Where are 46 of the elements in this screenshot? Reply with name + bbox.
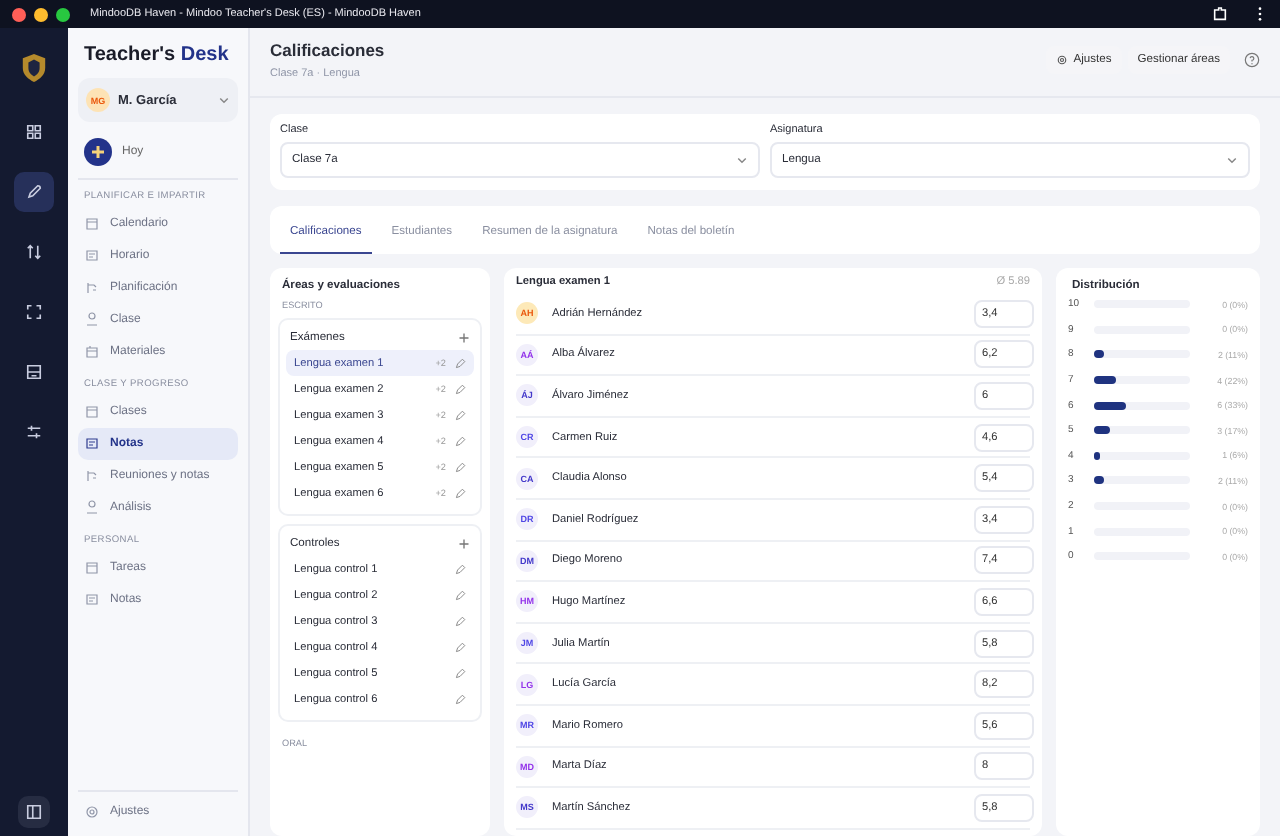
nav-item-icon: [84, 216, 100, 232]
nav-item-icon: [84, 312, 100, 328]
nav-item-icon: [84, 280, 100, 296]
edit-icon[interactable]: [454, 641, 466, 653]
minimize-window-icon[interactable]: [34, 7, 48, 21]
edit-icon[interactable]: [454, 589, 466, 601]
database-icon: [24, 362, 44, 382]
page-title: Calificaciones: [270, 40, 385, 60]
nav-item-icon: [84, 500, 100, 516]
nav-item-icon: [84, 248, 100, 264]
edit-icon[interactable]: [454, 357, 466, 369]
shield-logo-icon: [20, 52, 48, 84]
edit-icon[interactable]: [454, 693, 466, 705]
nav-item-icon: [84, 560, 100, 576]
sidebar-toggle-button[interactable]: [18, 796, 50, 828]
nav-item-icon: [84, 404, 100, 420]
add-icon[interactable]: [458, 332, 470, 344]
nav-item-icon: [84, 592, 100, 608]
chevron-down-icon: [218, 94, 230, 106]
maximize-window-icon[interactable]: [56, 7, 70, 21]
edit-icon[interactable]: [454, 667, 466, 679]
edit-icon[interactable]: [454, 409, 466, 421]
chevron-down-icon: [1226, 154, 1238, 166]
settings-icon: [1055, 54, 1068, 66]
edit-icon[interactable]: [454, 487, 466, 499]
grid-icon: [24, 122, 44, 142]
extension-icon[interactable]: [1212, 6, 1228, 22]
scan-frame-icon: [24, 302, 44, 322]
sliders-icon: [24, 422, 44, 442]
help-icon[interactable]: [1244, 52, 1260, 68]
edit-icon[interactable]: [454, 563, 466, 575]
edit-icon[interactable]: [454, 461, 466, 473]
edit-icon[interactable]: [454, 615, 466, 627]
nav-item-icon: [84, 468, 100, 484]
edit-icon[interactable]: [454, 435, 466, 447]
nav-item-icon: [84, 344, 100, 360]
chevron-down-icon: [736, 154, 748, 166]
close-window-icon[interactable]: [12, 7, 26, 21]
panel-icon: [24, 802, 44, 822]
app-brand: Teacher's Desk: [82, 42, 231, 70]
edit-icon[interactable]: [454, 383, 466, 395]
settings-icon: [84, 804, 100, 820]
rail-nav-button[interactable]: [14, 172, 54, 212]
nav-item-icon: [84, 436, 100, 452]
add-icon[interactable]: [458, 538, 470, 550]
sort-arrows-icon: [24, 242, 44, 262]
